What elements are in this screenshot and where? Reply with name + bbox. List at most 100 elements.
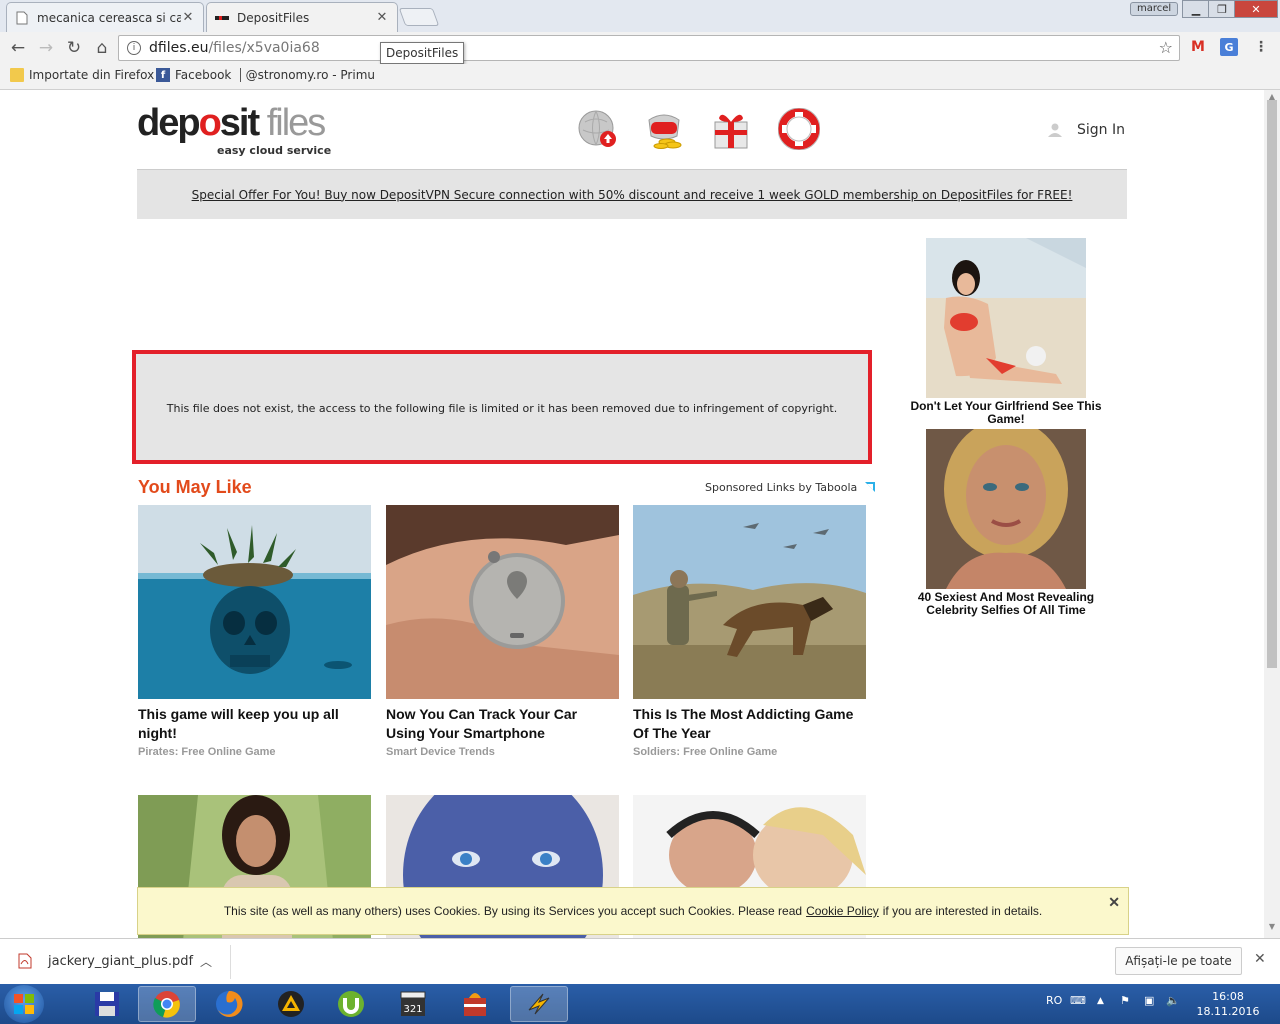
- error-message: This file does not exist, the access to …: [166, 401, 838, 415]
- scroll-thumb[interactable]: [1267, 100, 1277, 668]
- tooltip: DepositFiles: [380, 42, 465, 64]
- side-ad-image-game[interactable]: [926, 238, 1086, 398]
- svg-text:321: 321: [403, 1004, 422, 1015]
- recommended-card[interactable]: This Is The Most Addicting Game Of The Y…: [633, 505, 866, 758]
- sign-in-label: Sign In: [1077, 122, 1125, 138]
- clock-date: 18.11.2016: [1196, 1005, 1260, 1018]
- utorrent-icon[interactable]: [322, 986, 380, 1022]
- recommended-card[interactable]: Now You Can Track Your Car Using Your Sm…: [386, 505, 619, 758]
- save-disk-icon[interactable]: [78, 986, 136, 1022]
- forward-icon[interactable]: →: [36, 38, 56, 58]
- tray-expand-icon[interactable]: ▲: [1097, 996, 1104, 1006]
- gmail-icon[interactable]: M: [1189, 38, 1207, 56]
- url-host: dfiles.eu: [149, 40, 209, 56]
- card-image-skull-island[interactable]: [138, 505, 371, 699]
- chevron-up-icon[interactable]: ︿: [200, 953, 212, 970]
- sponsored-label: Sponsored Links by Taboola: [705, 480, 858, 494]
- close-shelf-icon[interactable]: ✕: [1254, 951, 1266, 967]
- tab-depositfiles[interactable]: DepositFiles ✕: [206, 2, 398, 32]
- cookie-text: This site (as well as many others) uses …: [223, 904, 803, 918]
- restore-button[interactable]: ❐: [1208, 0, 1236, 18]
- video-player-icon[interactable]: 321: [384, 986, 442, 1022]
- card-source: Smart Device Trends: [386, 746, 495, 758]
- depositfiles-logo[interactable]: deposit files easy cloud service: [137, 102, 331, 157]
- recommended-card[interactable]: This game will keep you up all night! Pi…: [138, 505, 371, 758]
- scroll-down-icon[interactable]: ▼: [1264, 922, 1280, 934]
- wallet-coins-icon[interactable]: [643, 108, 685, 150]
- special-offer-link[interactable]: Special Offer For You! Buy now DepositVP…: [192, 188, 1073, 202]
- bookmark-label: Facebook: [175, 68, 232, 82]
- folder-icon: [10, 68, 24, 82]
- bookmark-facebook[interactable]: f Facebook: [156, 68, 231, 82]
- keyboard-icon[interactable]: ⌨: [1070, 994, 1086, 1007]
- card-title[interactable]: This game will keep you up all night!: [138, 705, 371, 743]
- aimp-icon[interactable]: [262, 986, 320, 1022]
- window-titlebar: mecanica cereasca si calc ✕ DepositFiles…: [0, 0, 1280, 32]
- sponsored-links[interactable]: Sponsored Links by Taboola: [705, 480, 877, 494]
- chrome-icon[interactable]: [138, 986, 196, 1022]
- tab-mecanica[interactable]: mecanica cereasca si calc ✕: [6, 2, 204, 32]
- page-scrollbar[interactable]: ▲ ▼: [1264, 90, 1280, 938]
- side-ad-title[interactable]: 40 Sexiest And Most Revealing Celebrity …: [900, 591, 1112, 617]
- burner-app-icon[interactable]: [446, 986, 504, 1022]
- browser-toolbar: ← → ↻ ⌂ i dfiles.eu/files/x5va0ia68 ☆: [0, 32, 1280, 64]
- cookie-notice: This site (as well as many others) uses …: [137, 887, 1129, 935]
- address-bar[interactable]: i dfiles.eu/files/x5va0ia68 ☆: [118, 35, 1180, 61]
- show-all-downloads-button[interactable]: Afișați-le pe toate: [1115, 947, 1242, 975]
- tab-close-icon[interactable]: ✕: [375, 10, 389, 25]
- bookmark-star-icon[interactable]: ☆: [1159, 38, 1173, 57]
- back-icon[interactable]: ←: [8, 38, 28, 58]
- tab-title: DepositFiles: [237, 10, 310, 25]
- card-image-tracker[interactable]: [386, 505, 619, 699]
- side-ad-image-selfie[interactable]: [926, 429, 1086, 589]
- close-window-button[interactable]: ✕: [1234, 0, 1278, 18]
- side-ad[interactable]: 40 Sexiest And Most Revealing Celebrity …: [900, 429, 1112, 617]
- lifebuoy-icon[interactable]: [778, 108, 820, 150]
- menu-icon[interactable]: ⋮: [1252, 38, 1270, 56]
- bookmark-importate[interactable]: Importate din Firefox: [10, 68, 154, 82]
- logo-wordmark: deposit files: [137, 102, 326, 144]
- cookie-close-icon[interactable]: ✕: [1108, 894, 1120, 911]
- firefox-icon[interactable]: [200, 986, 258, 1022]
- network-icon[interactable]: ▣: [1144, 994, 1154, 1007]
- download-filename: jackery_giant_plus.pdf: [48, 953, 194, 969]
- translate-icon[interactable]: G: [1220, 38, 1238, 56]
- download-shelf: jackery_giant_plus.pdf ︿ Afișați-le pe t…: [0, 938, 1280, 984]
- file-error-box: This file does not exist, the access to …: [132, 350, 872, 464]
- flag-icon[interactable]: ⚑: [1120, 994, 1130, 1007]
- pdf-icon: [18, 953, 32, 969]
- url-path: /files/x5va0ia68: [208, 40, 320, 56]
- info-icon[interactable]: i: [127, 41, 141, 55]
- you-may-like-heading: You May Like: [138, 477, 252, 497]
- home-icon[interactable]: ⌂: [92, 38, 112, 58]
- windows-logo-icon: [14, 994, 34, 1014]
- upload-globe-icon[interactable]: [577, 108, 619, 150]
- minimize-button[interactable]: ▁: [1182, 0, 1210, 18]
- windows-taskbar: 321 RO ⌨ ▲ ⚑ ▣ 🔈 16:08 18.11.2016: [0, 984, 1280, 1024]
- profile-badge[interactable]: marcel: [1130, 2, 1179, 16]
- language-indicator[interactable]: RO: [1046, 994, 1062, 1007]
- card-title[interactable]: Now You Can Track Your Car Using Your Sm…: [386, 705, 619, 743]
- side-ad[interactable]: Don't Let Your Girlfriend See This Game!: [900, 238, 1112, 426]
- side-ad-title[interactable]: Don't Let Your Girlfriend See This Game!: [900, 400, 1112, 426]
- gift-icon[interactable]: [710, 108, 752, 150]
- start-button[interactable]: [4, 985, 44, 1023]
- user-icon: [1048, 123, 1062, 137]
- volume-icon[interactable]: 🔈: [1166, 994, 1180, 1007]
- card-title[interactable]: This Is The Most Addicting Game Of The Y…: [633, 705, 866, 743]
- winamp-icon[interactable]: [510, 986, 568, 1022]
- new-tab-button[interactable]: [398, 8, 440, 26]
- bookmark-stronomy[interactable]: @stronomy.ro - Primu: [240, 68, 375, 82]
- depositfiles-favicon: [215, 11, 229, 25]
- special-offer-banner: Special Offer For You! Buy now DepositVP…: [137, 169, 1127, 219]
- card-image-soldier-dog[interactable]: [633, 505, 866, 699]
- download-item[interactable]: jackery_giant_plus.pdf: [18, 953, 193, 969]
- system-clock[interactable]: 16:08 18.11.2016: [1196, 989, 1260, 1019]
- cookie-policy-link[interactable]: Cookie Policy: [806, 904, 879, 918]
- bookmarks-bar: Importate din Firefox f Facebook @strono…: [0, 64, 1280, 90]
- reload-icon[interactable]: ↻: [64, 38, 84, 58]
- logo-tagline: easy cloud service: [217, 144, 332, 157]
- tab-close-icon[interactable]: ✕: [181, 10, 195, 25]
- clock-time: 16:08: [1212, 990, 1244, 1003]
- sign-in-link[interactable]: Sign In: [1047, 122, 1125, 138]
